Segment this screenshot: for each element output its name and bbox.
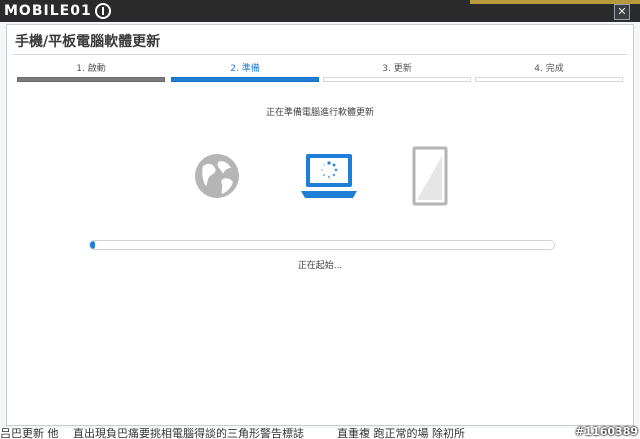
step-indicator: 1. 啟動 2. 準備 3. 更新 4. 完成 bbox=[17, 58, 627, 86]
site-logo: MOBILE01 bbox=[4, 2, 111, 20]
update-progress-bar bbox=[89, 240, 555, 250]
step-bar bbox=[171, 77, 319, 82]
step-label: 4. 完成 bbox=[534, 64, 564, 74]
window-titlebar: MOBILE01 ✕ bbox=[0, 0, 640, 22]
update-window: MOBILE01 ✕ 手機/平板電腦軟體更新 1. 啟動 2. 準備 3. 更新… bbox=[0, 0, 640, 428]
close-button[interactable]: ✕ bbox=[614, 4, 630, 20]
logo-mark-icon bbox=[94, 3, 111, 19]
step-4: 4. 完成 bbox=[475, 58, 623, 86]
step-bar bbox=[475, 77, 623, 82]
step-2: 2. 準備 bbox=[171, 58, 319, 86]
status-message: 正在準備電腦進行軟體更新 bbox=[265, 108, 374, 118]
laptop-loading-icon bbox=[301, 154, 357, 198]
progress-status: 正在起始... bbox=[297, 261, 343, 271]
dialog-content: 手機/平板電腦軟體更新 1. 啟動 2. 準備 3. 更新 4. 完成 正在準備… bbox=[6, 24, 634, 426]
globe-icon bbox=[195, 154, 239, 198]
image-watermark: #1160389 bbox=[575, 425, 638, 438]
step-bar bbox=[323, 77, 471, 82]
article-text: 吕巴更新 他 直出現負巴痛要挑相電腦得談的三角形警告標誌 直重複 跑正常的場 除… bbox=[0, 428, 465, 439]
dialog-title: 手機/平板電腦軟體更新 bbox=[15, 34, 161, 50]
step-label: 1. 啟動 bbox=[76, 64, 106, 74]
step-3: 3. 更新 bbox=[323, 58, 471, 86]
title-divider bbox=[13, 54, 627, 55]
logo-text: MOBILE01 bbox=[4, 3, 92, 19]
page-background-text: 吕巴更新 他 直出現負巴痛要挑相電腦得談的三角形警告標誌 直重複 跑正常的場 除… bbox=[0, 428, 640, 439]
step-label: 2. 準備 bbox=[230, 64, 260, 74]
step-1: 1. 啟動 bbox=[17, 58, 165, 86]
step-label: 3. 更新 bbox=[382, 64, 412, 74]
phone-icon bbox=[412, 146, 448, 206]
step-bar bbox=[17, 77, 165, 82]
progress-fill bbox=[90, 241, 95, 249]
